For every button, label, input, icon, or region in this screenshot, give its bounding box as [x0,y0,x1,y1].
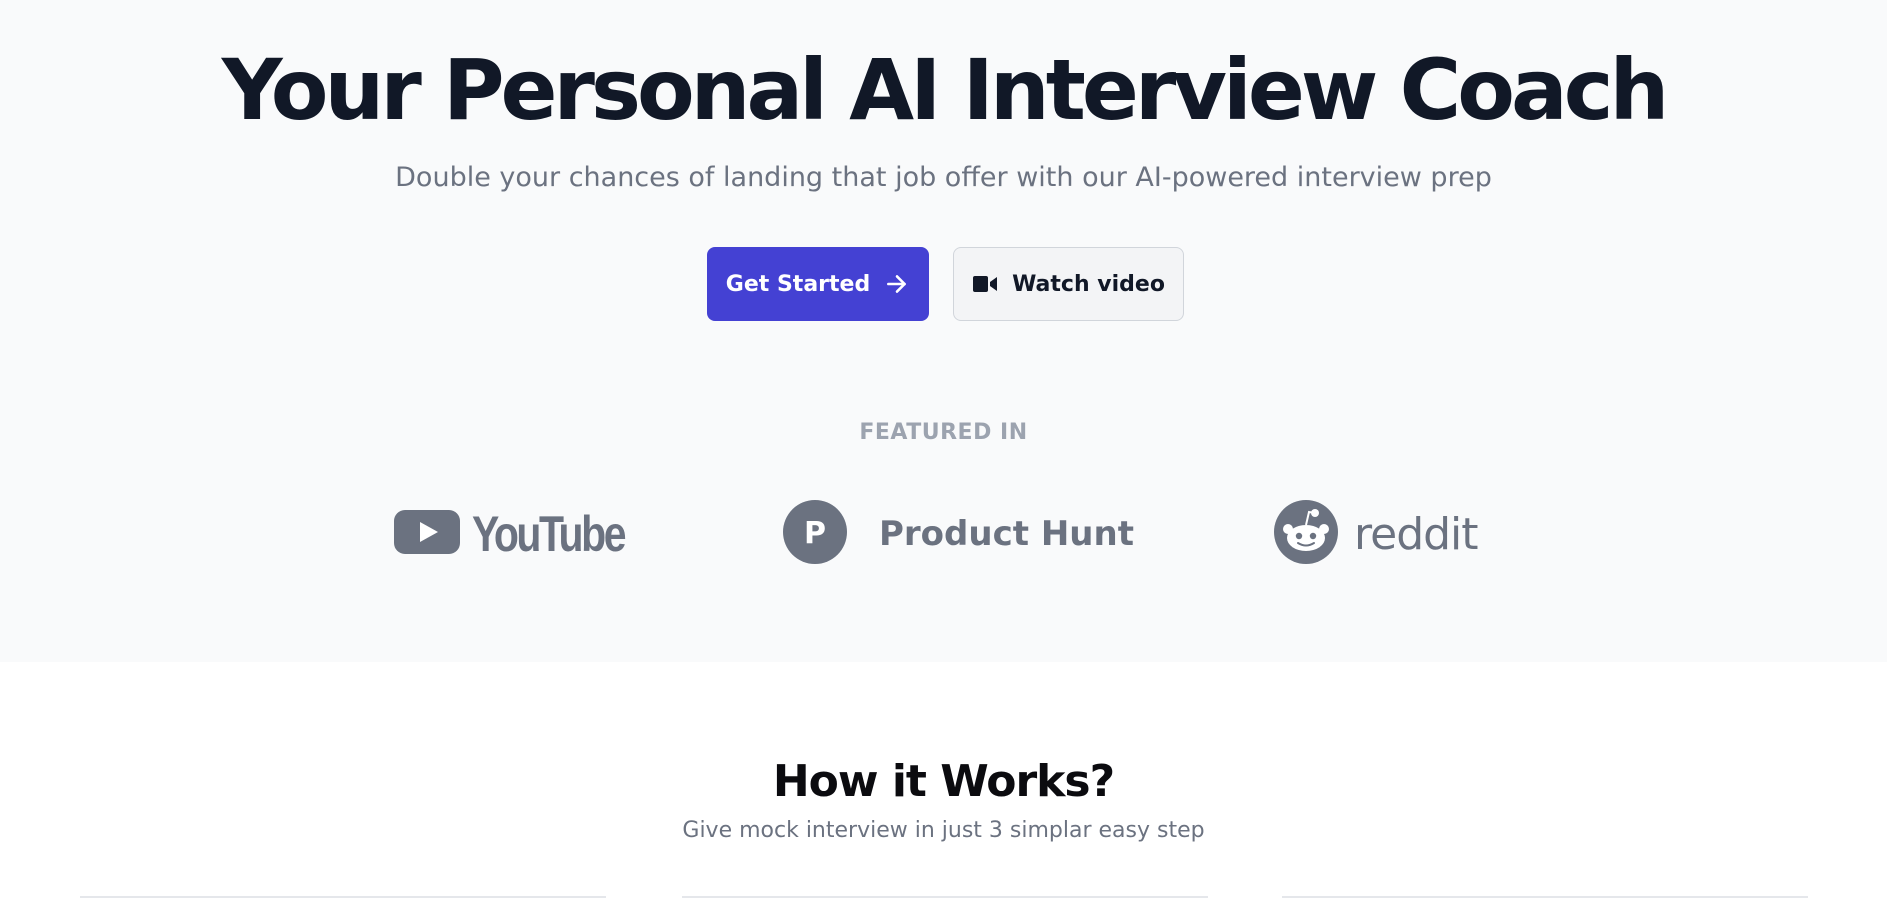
get-started-button[interactable]: Get Started [707,247,929,321]
youtube-wordmark: YouTube [472,506,627,562]
hero-title: Your Personal AI Interview Coach [221,41,1670,139]
product-hunt-badge-letter: P [804,516,826,551]
product-hunt-wordmark: Product Hunt [879,514,1134,554]
how-it-works-subtitle: Give mock interview in just 3 simplar ea… [682,818,1205,843]
youtube-icon [394,508,460,560]
reddit-icon [1274,500,1338,568]
featured-in-label: FEATURED IN [859,420,1028,445]
get-started-label: Get Started [725,271,871,297]
watch-video-button[interactable]: Watch video [953,247,1184,321]
product-hunt-icon: P [783,500,847,568]
hero-subtitle: Double your chances of landing that job … [395,162,1492,193]
video-camera-icon [972,273,998,295]
youtube-logo[interactable]: YouTube [394,500,657,568]
reddit-wordmark: reddit [1354,508,1479,560]
reddit-logo[interactable]: reddit [1274,500,1479,568]
how-it-works-title: How it Works? [772,756,1115,807]
watch-video-label: Watch video [1012,271,1165,297]
product-hunt-logo[interactable]: P Product Hunt [783,500,1134,568]
arrow-right-icon [884,271,910,297]
